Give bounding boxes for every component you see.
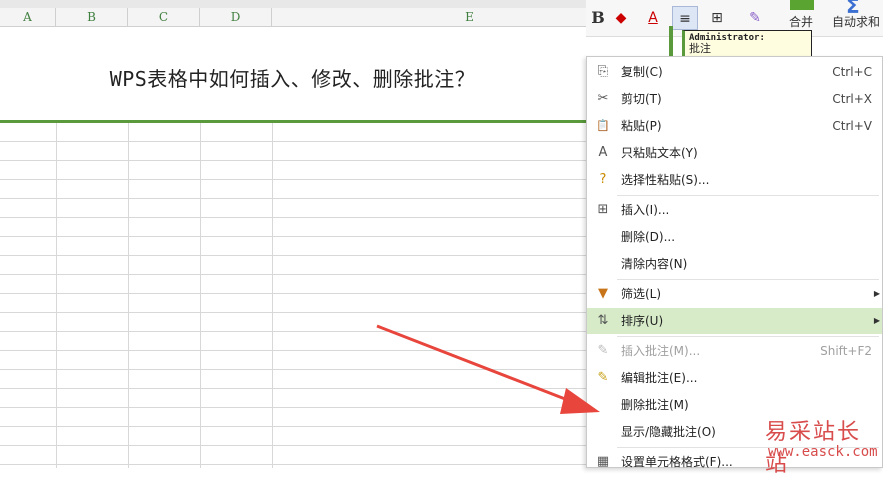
insert-icon: ⊞ [597,202,609,217]
column-header-d[interactable]: D [200,8,272,26]
menu-item-paste-text[interactable]: A 只粘贴文本(Y) [587,140,882,166]
menu-item-insert[interactable]: ⊞ 插入(I)... [587,197,882,223]
title-cell[interactable]: WPS表格中如何插入、修改、删除批注？ [0,27,585,120]
fill-color-icon[interactable]: ◆ [610,6,632,30]
paste-special-icon: ? [599,172,607,187]
menu-item-label: 显示/隐藏批注(O) [621,425,716,439]
column-header-a[interactable]: A [0,8,56,26]
menu-item-label: 选择性粘贴(S)... [621,173,710,187]
comment-marker [669,26,673,58]
column-header-c[interactable]: C [128,8,200,26]
menu-item-paste-special[interactable]: ? 选择性粘贴(S)... [587,167,882,193]
column-header-b[interactable]: B [56,8,128,26]
merge-icon[interactable] [790,0,814,10]
comment-body: 批注 [689,42,711,55]
menu-item-label: 删除批注(M) [621,398,689,412]
watermark-url: www.easck.com [768,444,878,460]
menu-item-label: 编辑批注(E)... [621,371,698,385]
filter-icon: ▼ [598,286,608,301]
menu-item-label: 清除内容(N) [621,257,688,271]
menu-separator [617,336,879,337]
menu-item-cut[interactable]: ✂ 剪切(T) Ctrl+X [587,86,882,112]
menu-item-label: 粘贴(P) [621,119,662,133]
menu-item-label: 设置单元格格式(F)... [621,455,733,469]
menu-item-label: 剪切(T) [621,92,662,106]
menu-item-shortcut: Shift+F2 [820,344,872,358]
menu-item-insert-comment[interactable]: ✎ 插入批注(M)... Shift+F2 [587,338,882,364]
menu-item-label: 排序(U) [621,314,664,328]
menu-item-sort[interactable]: ⇅ 排序(U) ▶ [587,308,882,334]
font-color-icon[interactable]: A [642,6,664,30]
menu-item-clear-contents[interactable]: 清除内容(N) [587,251,882,277]
comment-box[interactable]: Administrator: 批注 [682,30,812,58]
align-center-button[interactable]: ≡ [672,6,698,30]
paste-text-icon: A [598,145,608,160]
grid-line [200,123,201,468]
menu-item-edit-comment[interactable]: ✎ 编辑批注(E)... [587,365,882,391]
insert-comment-icon: ✎ [597,343,609,358]
submenu-arrow-icon: ▶ [873,289,880,298]
menu-item-shortcut: Ctrl+V [832,119,872,133]
menu-item-label: 筛选(L) [621,287,662,301]
grid-line [272,123,273,468]
menu-item-shortcut: Ctrl+C [832,65,872,79]
menu-item-label: 插入批注(M)... [621,344,701,358]
menu-item-label: 复制(C) [621,65,663,79]
cell-grid[interactable] [0,123,586,468]
menu-separator [617,279,879,280]
cut-icon: ✂ [597,91,609,106]
grid-line [56,123,57,468]
menu-item-label: 插入(I)... [621,203,670,217]
context-menu: ⎘ 复制(C) Ctrl+C ✂ 剪切(T) Ctrl+X 📋 粘贴(P) Ct… [586,56,883,469]
menu-item-label: 只粘贴文本(Y) [621,146,698,160]
edit-comment-icon: ✎ [597,370,609,385]
menu-item-paste[interactable]: 📋 粘贴(P) Ctrl+V [587,113,882,139]
menu-item-label: 删除(D)... [621,230,676,244]
menu-item-delete[interactable]: 删除(D)... [587,224,882,250]
autosum-button[interactable]: 自动求和 [828,10,883,34]
border-icon[interactable]: ⊞ [706,6,728,30]
menu-item-shortcut: Ctrl+X [832,92,872,106]
submenu-arrow-icon: ▶ [873,316,880,325]
sort-icon: ⇅ [597,313,609,328]
menu-item-filter[interactable]: ▼ 筛选(L) ▶ [587,281,882,307]
window-top-strip [0,0,600,8]
paste-icon: 📋 [596,119,610,132]
menu-item-copy[interactable]: ⎘ 复制(C) Ctrl+C [587,59,882,85]
format-painter-icon[interactable]: ✎ [744,6,766,30]
menu-separator [617,195,879,196]
bold-button[interactable]: B [590,6,606,30]
grid-line [128,123,129,468]
copy-icon: ⎘ [597,64,609,79]
sheet-title: WPS表格中如何插入、修改、删除批注？ [109,67,476,91]
